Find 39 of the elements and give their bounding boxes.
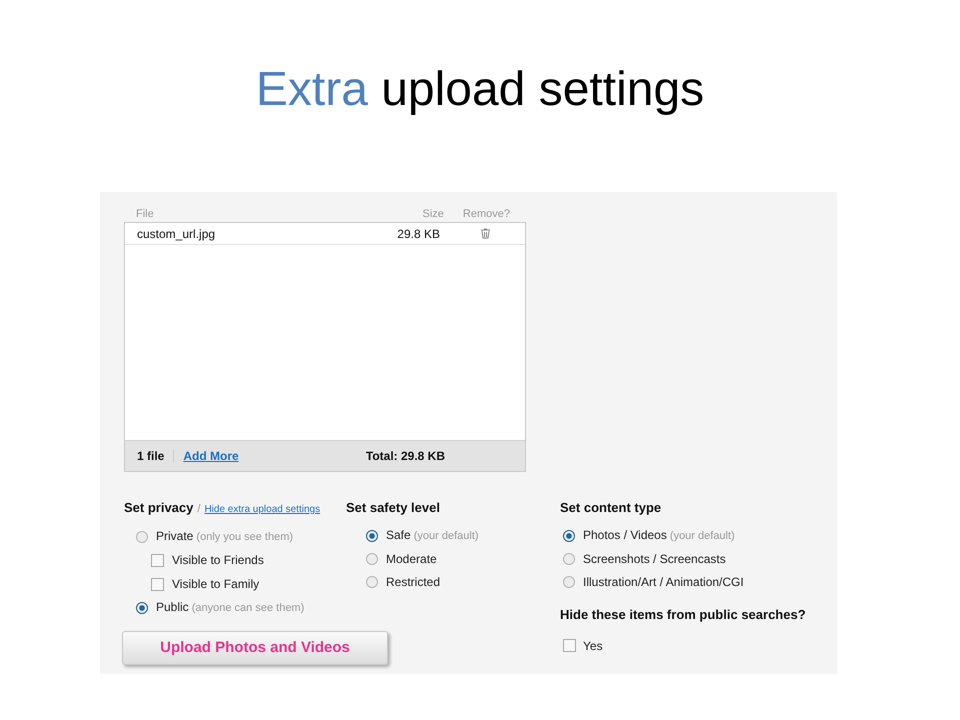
total-size: Total: 29.8 KB	[366, 448, 445, 465]
option-label: Photos / Videos (your default)	[583, 527, 735, 544]
radio-button[interactable]	[366, 576, 378, 588]
checkbox[interactable]	[563, 639, 576, 652]
option-label: Screenshots / Screencasts	[583, 550, 726, 568]
column-header: Size	[422, 207, 444, 222]
radio-button[interactable]	[563, 530, 575, 542]
checkbox[interactable]	[151, 554, 164, 566]
column-header: File	[136, 207, 154, 222]
option-label: Visible to Family	[172, 576, 260, 593]
upload-button[interactable]: Upload Photos and Videos	[122, 631, 388, 665]
radio-button[interactable]	[366, 552, 378, 564]
hide-settings-link[interactable]: Hide extra upload settings	[204, 502, 320, 517]
option-label: Moderate	[386, 550, 437, 568]
file-count: 1 file	[137, 448, 164, 465]
option-label: Restricted	[386, 574, 440, 590]
file-name: custom_url.jpg	[137, 226, 216, 242]
radio-button[interactable]	[366, 530, 378, 542]
checkbox[interactable]	[151, 578, 164, 590]
option-label: Visible to Friends	[172, 552, 264, 569]
option-label: Safe (your default)	[386, 527, 479, 544]
option-label: Illustration/Art / Animation/CGI	[583, 574, 744, 590]
section-title: Set content type	[560, 499, 662, 516]
option-label: Public (anyone can see them)	[156, 599, 304, 616]
section-title: Hide these items from public searches?	[560, 606, 807, 624]
column-header: Remove?	[462, 207, 510, 222]
section-title: Set privacy	[124, 499, 194, 517]
radio-button[interactable]	[136, 602, 148, 614]
radio-button[interactable]	[136, 530, 148, 542]
radio-button[interactable]	[563, 576, 575, 588]
section-title: Set safety level	[346, 499, 441, 516]
option-label: Private (only you see them)	[156, 528, 294, 546]
option-label: Yes	[583, 638, 603, 654]
trash-icon[interactable]	[480, 228, 491, 239]
add-more-link[interactable]: Add More	[183, 447, 239, 465]
file-size: 29.8 KB	[397, 226, 440, 242]
separator: /	[197, 502, 200, 517]
radio-button[interactable]	[563, 552, 575, 564]
slide-title: Extra upload settings	[256, 62, 704, 118]
